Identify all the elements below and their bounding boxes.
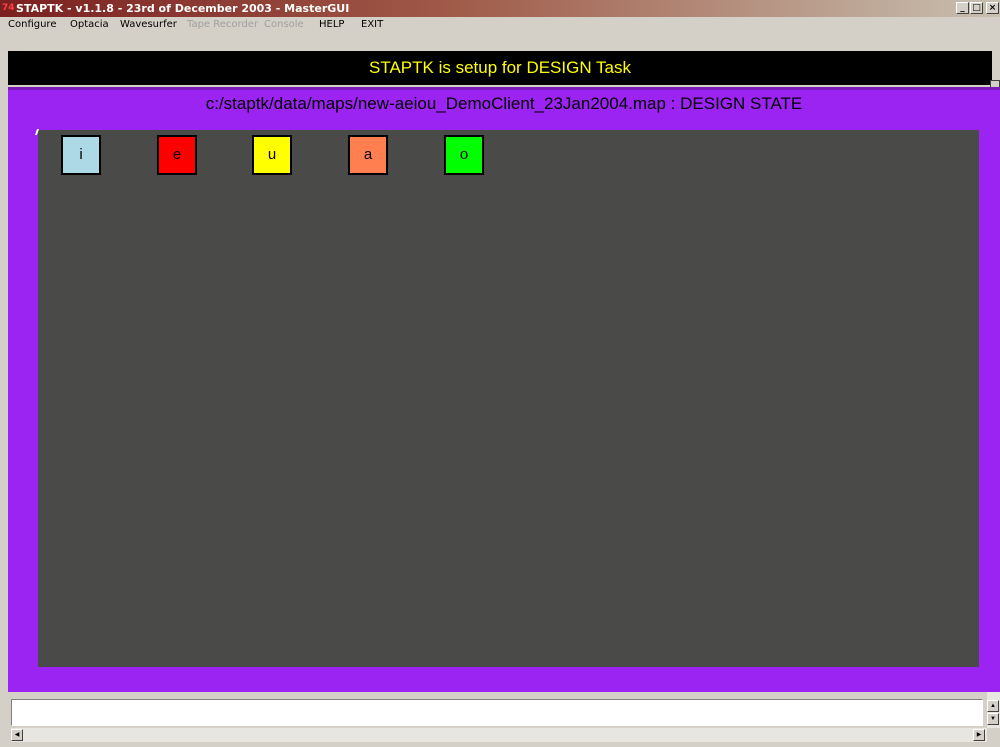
menu-help[interactable]: HELP bbox=[319, 17, 344, 33]
vowel-button-o[interactable]: o bbox=[444, 135, 484, 175]
menu-exit[interactable]: EXIT bbox=[361, 17, 383, 33]
menu-bar: Configure Optacia Wavesurfer Tape Record… bbox=[0, 17, 1000, 33]
map-path-title: c:/staptk/data/maps/new-aeiou_DemoClient… bbox=[205, 94, 803, 113]
console-vertical-scrollbar[interactable]: ▲ ▼ bbox=[987, 692, 1000, 728]
vowel-button-a[interactable]: a bbox=[348, 135, 388, 175]
app-icon: 74 bbox=[2, 3, 15, 13]
canvas-corner-mark bbox=[34, 129, 44, 135]
vowel-button-i[interactable]: i bbox=[61, 135, 101, 175]
window-title-bar[interactable]: 74 STAPTK - v1.1.8 - 23rd of December 20… bbox=[0, 0, 1000, 17]
menu-console[interactable]: Console bbox=[264, 17, 304, 33]
scroll-up-button[interactable]: ▲ bbox=[987, 700, 999, 712]
window-title: STAPTK - v1.1.8 - 23rd of December 2003 … bbox=[16, 2, 350, 15]
task-banner: STAPTK is setup for DESIGN Task bbox=[8, 51, 992, 85]
scroll-left-button[interactable]: ◀ bbox=[11, 729, 23, 741]
scroll-right-button[interactable]: ▶ bbox=[973, 729, 985, 741]
design-canvas[interactable]: i e u a o bbox=[34, 129, 979, 667]
console-input[interactable] bbox=[11, 699, 983, 726]
menu-wavesurfer[interactable]: Wavesurfer bbox=[120, 17, 177, 33]
scroll-down-button[interactable]: ▼ bbox=[987, 713, 999, 725]
close-button[interactable]: × bbox=[986, 2, 999, 14]
vowel-button-u[interactable]: u bbox=[252, 135, 292, 175]
vowel-button-e[interactable]: e bbox=[157, 135, 197, 175]
menu-configure[interactable]: Configure bbox=[8, 17, 56, 33]
design-panel: c:/staptk/data/maps/new-aeiou_DemoClient… bbox=[8, 87, 1000, 692]
minimize-button[interactable]: _ bbox=[956, 2, 969, 14]
maximize-button[interactable]: □ bbox=[970, 2, 983, 14]
console-horizontal-scrollbar[interactable]: ◀ ▶ bbox=[11, 728, 987, 742]
console-area: ▲ ▼ ◀ ▶ bbox=[0, 692, 1000, 747]
menu-tape-recorder[interactable]: Tape Recorder bbox=[187, 17, 258, 33]
menu-optacia[interactable]: Optacia bbox=[70, 17, 109, 33]
